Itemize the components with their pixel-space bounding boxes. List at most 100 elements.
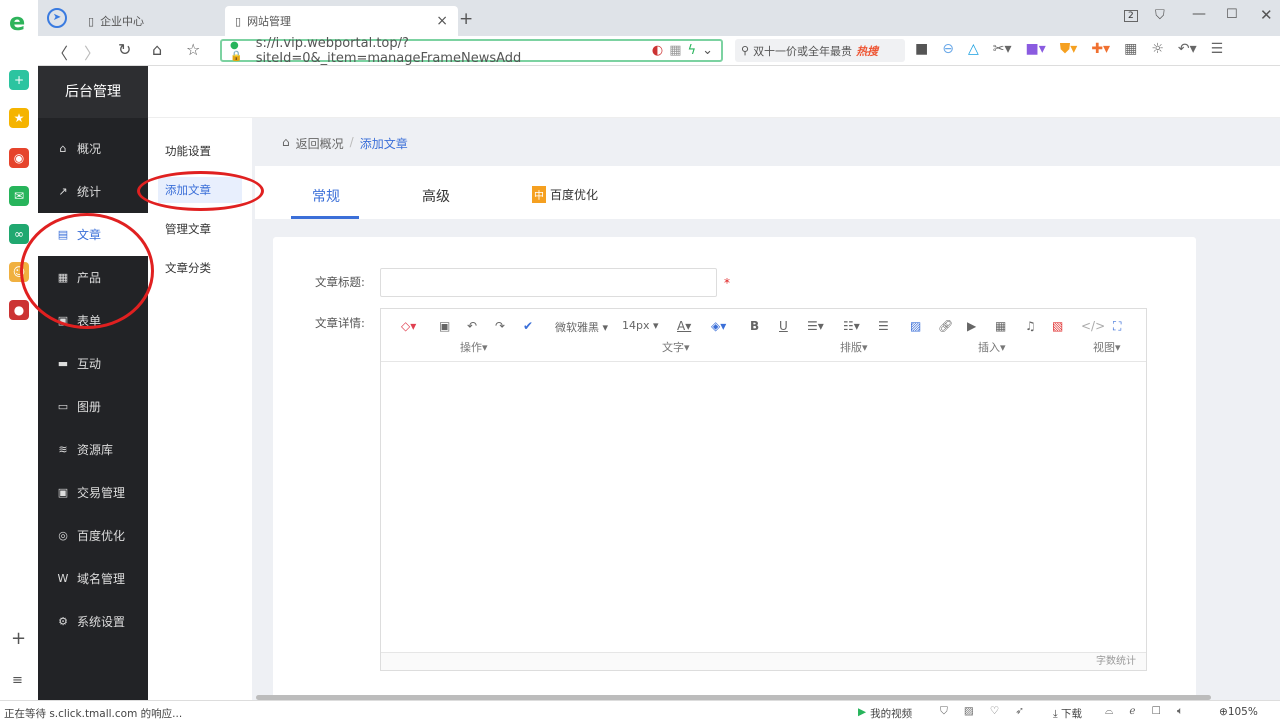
fullscreen-icon[interactable]: ⛶ <box>1113 319 1121 334</box>
article-title-input[interactable] <box>380 268 717 297</box>
weibo-icon[interactable]: ◉ <box>9 148 29 168</box>
forward-button[interactable]: 〉 <box>84 40 100 64</box>
redo-icon[interactable]: ↷ <box>495 319 505 333</box>
tab-general[interactable]: 常规 <box>312 186 340 206</box>
my-video-button[interactable]: ▶我的视频 <box>858 706 912 721</box>
page-icon: ▯ <box>235 15 241 28</box>
align-icon[interactable]: ☰▾ <box>807 319 824 333</box>
font-color-icon[interactable]: A▾ <box>677 319 691 333</box>
eraser-icon[interactable]: ◇▾ <box>401 319 416 333</box>
zoom-level[interactable]: ⊕105% <box>1219 706 1258 718</box>
reader-icon[interactable]: ■ <box>915 41 928 57</box>
qr-icon[interactable]: ▦ <box>669 43 681 58</box>
bold-icon[interactable]: B <box>750 319 759 333</box>
menu-icon[interactable]: ☰ <box>1211 41 1224 57</box>
group-operation[interactable]: 操作▾ <box>460 339 488 355</box>
navigate-icon[interactable]: ➤ <box>47 8 67 28</box>
window-icon[interactable]: ☐ <box>1152 705 1161 718</box>
code-icon[interactable]: </> <box>1081 319 1105 333</box>
subnav-item-categories[interactable]: 文章分类 <box>158 255 242 281</box>
panda-icon[interactable]: ● <box>9 300 29 320</box>
close-window-button[interactable]: ✕ <box>1260 6 1273 24</box>
format-painter-icon[interactable]: ✔ <box>523 319 533 333</box>
shield-icon[interactable]: ◐ <box>652 43 663 58</box>
incognito-icon[interactable]: ⌓ <box>1105 705 1113 718</box>
download-button[interactable]: ⤓ 下载 <box>1053 706 1082 721</box>
shield-icon[interactable]: ⛉ <box>940 705 948 718</box>
list-icon[interactable]: ☷▾ <box>843 319 860 333</box>
add-icon[interactable]: + <box>11 628 26 649</box>
close-tab-button[interactable]: × <box>436 13 448 29</box>
breadcrumb-back-link[interactable]: 返回概况 <box>296 135 344 152</box>
sidebar-item[interactable]: W域名管理 <box>38 557 148 600</box>
skin-icon[interactable]: ⛉ <box>1155 8 1165 23</box>
address-bar[interactable]: ●🔒 s://i.vip.webportal.top/?siteId=0&_it… <box>220 39 723 62</box>
minimize-button[interactable]: — <box>1192 6 1206 22</box>
gamepad-icon[interactable]: ✚▾ <box>1091 41 1110 57</box>
sidebar-item[interactable]: ⚙系统设置 <box>38 600 148 643</box>
browser-tab[interactable]: ▯企业中心 <box>78 6 154 36</box>
rich-text-editor[interactable]: ◇▾ ▣ ↶ ↷ ✔ 微软雅黑 ▾ 14px ▾ A▾ ◈▾ B U ☰▾ ☷▾… <box>380 308 1147 671</box>
undo-icon[interactable]: ↶ <box>467 319 477 333</box>
back-button[interactable]: 〈 <box>52 40 68 64</box>
tab-count[interactable]: 2 <box>1124 10 1138 22</box>
new-tab-button[interactable]: + <box>459 9 473 29</box>
link-icon[interactable]: ∞ <box>9 224 29 244</box>
music-icon[interactable]: ♫ <box>1025 319 1036 333</box>
tab-advanced[interactable]: 高级 <box>422 186 450 206</box>
sidebar-icon: ↗ <box>57 186 69 198</box>
reload-button[interactable]: ↻ <box>118 40 131 59</box>
sidebar-item[interactable]: ▣交易管理 <box>38 471 148 514</box>
home-button[interactable]: ⌂ <box>152 40 162 59</box>
table-icon[interactable]: ▦ <box>995 319 1006 333</box>
image-icon[interactable]: ▨ <box>910 319 921 333</box>
lightning-icon[interactable]: ϟ <box>688 43 697 58</box>
volume-icon[interactable]: 🔈︎ <box>1177 705 1183 718</box>
browser-tab-active[interactable]: ▯网站管理× <box>225 6 458 36</box>
apps-icon[interactable]: ▦ <box>1124 41 1137 57</box>
document-icon[interactable]: ▣ <box>439 319 450 333</box>
shield-ext-icon[interactable]: ⛊▾ <box>1060 41 1078 57</box>
indent-icon[interactable]: ☰ <box>878 319 889 333</box>
page-icon: ▯ <box>88 15 94 28</box>
link-icon[interactable]: 🔗︎ <box>938 319 953 333</box>
sidebar-item[interactable]: ≋资源库 <box>38 428 148 471</box>
sidebar-item[interactable]: ▬互动 <box>38 342 148 385</box>
ie-icon[interactable]: ℯ <box>1129 705 1135 718</box>
sidebar-item[interactable]: ▭图册 <box>38 385 148 428</box>
subnav-item-settings[interactable]: 功能设置 <box>158 138 242 164</box>
mail-icon[interactable]: ✉ <box>9 186 29 206</box>
favorites-icon[interactable]: ★ <box>9 108 29 128</box>
tab-seo[interactable]: 中 百度优化 <box>532 186 598 203</box>
bookmark-star-button[interactable]: ☆ <box>186 40 200 59</box>
underline-icon[interactable]: U <box>779 319 788 333</box>
sidebar-item[interactable]: ⌂概况 <box>38 127 148 170</box>
brightness-icon[interactable]: ☼ <box>1151 41 1164 57</box>
group-text[interactable]: 文字▾ <box>662 339 690 355</box>
subnav-item-manage-articles[interactable]: 管理文章 <box>158 216 242 242</box>
font-family-select[interactable]: 微软雅黑 ▾ <box>555 319 608 335</box>
group-view[interactable]: 视图▾ <box>1093 339 1121 355</box>
undo-icon[interactable]: ↶▾ <box>1178 41 1197 57</box>
app-icon[interactable]: + <box>9 70 29 90</box>
menu-icon[interactable]: ≡ <box>12 673 23 688</box>
sidebar-item[interactable]: ↗统计 <box>38 170 148 213</box>
heart-icon[interactable]: ♡ <box>990 705 999 718</box>
group-layout[interactable]: 排版▾ <box>840 339 868 355</box>
chevron-down-icon[interactable]: ⌄ <box>702 43 721 58</box>
sidebar-item[interactable]: ◎百度优化 <box>38 514 148 557</box>
search-box[interactable]: ⚲ 双十一价或全年最贵 热搜 <box>735 39 905 62</box>
hot-search-label[interactable]: 热搜 <box>856 43 878 59</box>
video-icon[interactable]: ▶ <box>967 319 976 333</box>
pdf-icon[interactable]: ▧ <box>1052 319 1063 333</box>
highlight-icon[interactable]: ◈▾ <box>711 319 726 333</box>
scissors-icon[interactable]: ✂▾ <box>993 41 1012 57</box>
ext-icon[interactable]: ⊖ <box>942 41 954 57</box>
group-insert[interactable]: 插入▾ <box>978 339 1006 355</box>
translate-icon[interactable]: ■▾ <box>1026 41 1046 57</box>
rocket-icon[interactable]: ➶ <box>1015 705 1024 718</box>
maximize-button[interactable]: ☐ <box>1226 7 1238 22</box>
ext-icon[interactable]: △ <box>968 41 979 57</box>
image-icon[interactable]: ▨ <box>964 705 974 718</box>
font-size-select[interactable]: 14px ▾ <box>622 319 659 332</box>
